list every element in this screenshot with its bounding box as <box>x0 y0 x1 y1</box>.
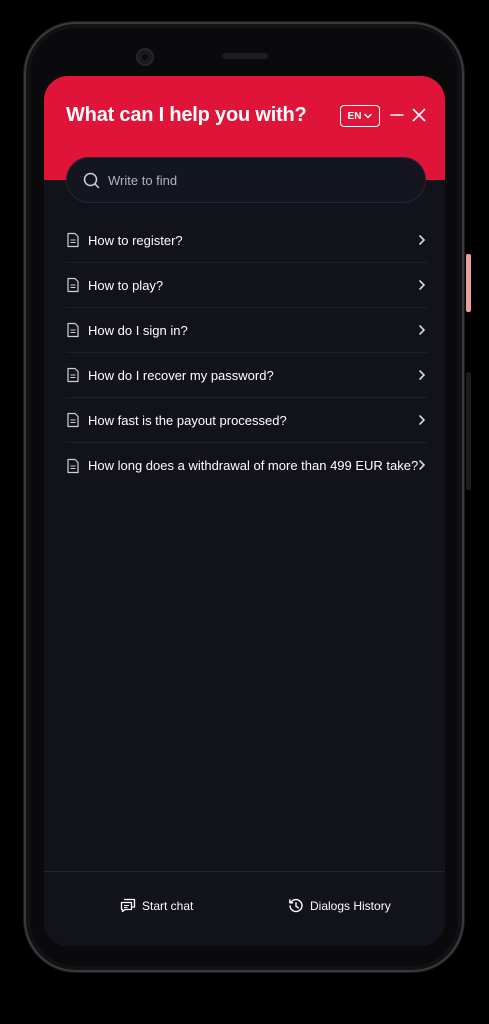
search-input[interactable] <box>106 171 400 189</box>
list-item-label: How do I sign in? <box>88 322 188 338</box>
search-icon <box>83 172 100 188</box>
chat-bubbles-icon <box>120 898 136 913</box>
chevron-right-icon <box>419 325 426 335</box>
chevron-right-icon <box>419 235 426 245</box>
chevron-right-icon <box>419 370 426 380</box>
chevron-down-icon <box>364 113 373 119</box>
list-item-label: How do I recover my password? <box>88 367 274 383</box>
document-icon <box>67 458 79 473</box>
dialogs-history-button[interactable]: Dialogs History <box>288 898 391 914</box>
list-item[interactable]: How long does a withdrawal of more than … <box>66 443 428 488</box>
document-icon <box>67 232 79 248</box>
document-icon <box>67 277 79 293</box>
phone-side-button <box>466 254 471 312</box>
list-item[interactable]: How to register? <box>66 218 428 263</box>
list-item-label: How to register? <box>88 232 183 248</box>
language-label: EN <box>347 110 362 122</box>
faq-list: How to register? How to play? How do I s… <box>66 218 428 488</box>
dialogs-history-label: Dialogs History <box>310 899 391 913</box>
close-icon[interactable] <box>410 106 428 124</box>
list-item-label: How fast is the payout processed? <box>88 412 287 428</box>
minimize-icon[interactable] <box>388 106 406 124</box>
list-item[interactable]: How do I recover my password? <box>66 353 428 398</box>
document-icon <box>67 367 79 383</box>
widget-footer: Start chat Dialogs History <box>44 871 445 946</box>
list-item-label: How to play? <box>88 277 164 293</box>
front-camera <box>136 48 154 66</box>
widget-title: What can I help you with? <box>66 104 307 126</box>
start-chat-label: Start chat <box>142 898 194 913</box>
list-item[interactable]: How do I sign in? <box>66 308 428 353</box>
history-icon <box>289 898 303 913</box>
language-select[interactable]: EN <box>340 105 380 127</box>
document-icon <box>67 412 79 428</box>
list-item[interactable]: How fast is the payout processed? <box>66 398 428 443</box>
list-item[interactable]: How to play? <box>66 263 428 308</box>
phone-volume-button <box>466 372 471 490</box>
support-widget: What can I help you with? EN How to reg <box>44 76 445 946</box>
document-icon <box>67 322 79 338</box>
chevron-right-icon <box>419 415 426 425</box>
chevron-right-icon <box>419 460 426 470</box>
earpiece-speaker <box>222 53 268 59</box>
search-bar[interactable] <box>66 157 426 203</box>
start-chat-button[interactable]: Start chat <box>120 898 193 913</box>
chevron-right-icon <box>419 280 426 290</box>
list-item-label: How long does a withdrawal of more than … <box>88 458 419 473</box>
